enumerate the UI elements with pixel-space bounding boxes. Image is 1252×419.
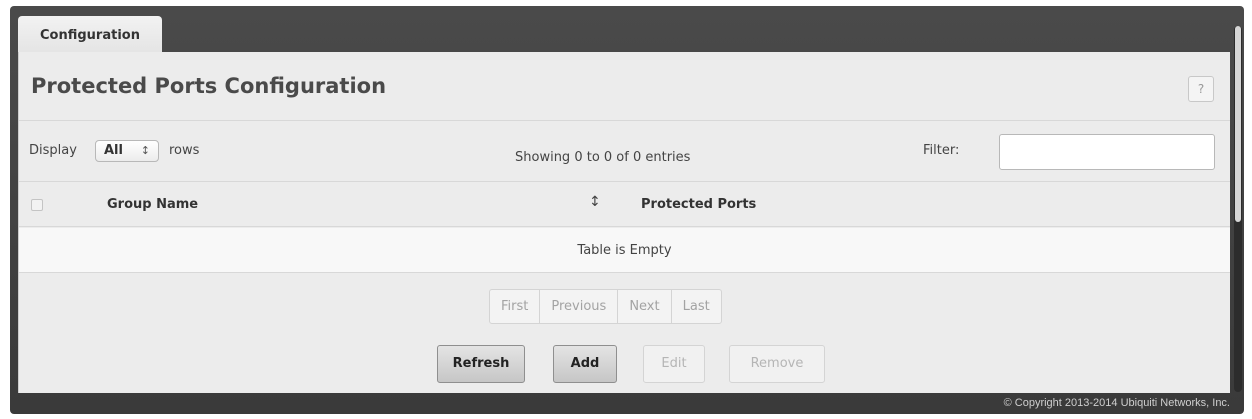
content-panel: Protected Ports Configuration ? Display …: [18, 52, 1230, 393]
rows-label: rows: [169, 143, 200, 158]
help-button[interactable]: ?: [1188, 76, 1214, 102]
add-button[interactable]: Add: [553, 345, 617, 383]
column-header-group-name[interactable]: Group Name: [107, 197, 198, 212]
entries-info: Showing 0 to 0 of 0 entries: [515, 150, 691, 165]
column-header-protected-ports[interactable]: Protected Ports: [641, 197, 756, 212]
page-title: Protected Ports Configuration: [31, 74, 387, 98]
empty-table-message: Table is Empty: [19, 228, 1230, 273]
table-header: Group Name ↕ Protected Ports: [19, 183, 1230, 227]
app-frame: Configuration Protected Ports Configurat…: [10, 6, 1244, 414]
scrollbar-thumb[interactable]: [1235, 26, 1241, 222]
scrollbar[interactable]: [1234, 26, 1242, 392]
copyright-footer: © Copyright 2013-2014 Ubiquiti Networks,…: [1003, 397, 1230, 409]
refresh-button[interactable]: Refresh: [437, 345, 525, 383]
pagination: First Previous Next Last: [489, 289, 722, 324]
filter-label: Filter:: [923, 143, 960, 158]
title-row: Protected Ports Configuration ?: [19, 52, 1230, 121]
page-first-button[interactable]: First: [490, 290, 541, 323]
display-label: Display: [29, 143, 77, 158]
rows-select-value: All: [104, 143, 123, 158]
select-all-checkbox[interactable]: [31, 199, 43, 211]
filter-input[interactable]: [999, 134, 1215, 170]
sort-icon[interactable]: ↕: [589, 194, 601, 210]
tab-bar: Configuration: [10, 6, 1234, 54]
page-last-button[interactable]: Last: [672, 290, 721, 323]
edit-button[interactable]: Edit: [643, 345, 705, 383]
page-next-button[interactable]: Next: [618, 290, 672, 323]
table-controls: Display All ↕ rows Showing 0 to 0 of 0 e…: [19, 122, 1230, 182]
page-previous-button[interactable]: Previous: [540, 290, 619, 323]
updown-chevron-icon: ↕: [140, 144, 150, 157]
rows-per-page-select[interactable]: All ↕: [95, 140, 159, 162]
remove-button[interactable]: Remove: [729, 345, 825, 383]
tab-configuration[interactable]: Configuration: [18, 16, 162, 54]
